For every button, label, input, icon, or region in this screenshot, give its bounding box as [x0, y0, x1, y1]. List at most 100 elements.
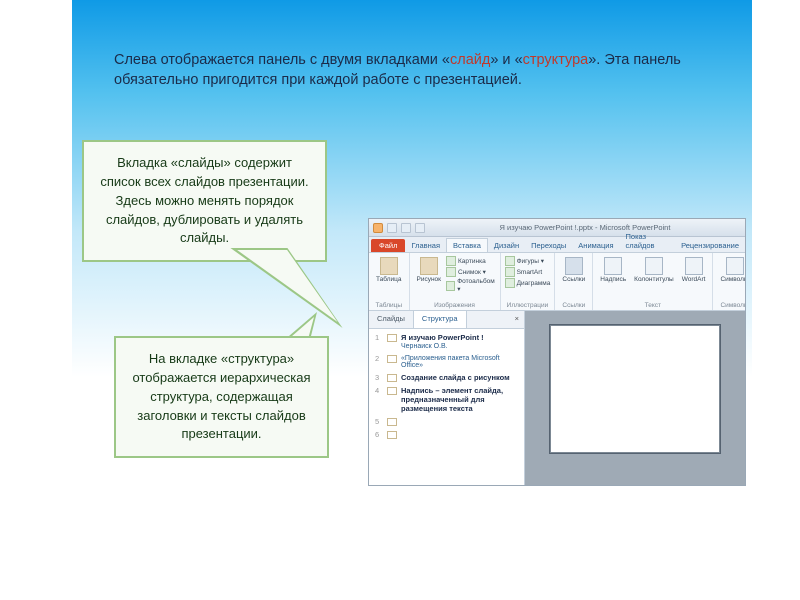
btn-shapes[interactable]: Фигуры ▾	[505, 256, 551, 266]
outline-num: 3	[375, 373, 383, 382]
outline-item[interactable]: 4 Надпись – элемент слайда, предназначен…	[375, 386, 518, 413]
callout-structure-text: На вкладке «структура» отображается иера…	[132, 351, 310, 441]
app-icon	[373, 223, 383, 233]
outline-thumb-icon	[387, 355, 397, 363]
screenshot-icon	[446, 267, 456, 277]
outline-list[interactable]: 1 Я изучаю PowerPoint ! Чернаиск О.В. 2 …	[369, 329, 524, 485]
btn-table[interactable]: Таблица	[373, 256, 405, 284]
ribbon-group-illustrations: Фигуры ▾ SmartArt Диаграмма Иллюстрации	[501, 253, 556, 310]
symbols-icon	[726, 257, 744, 275]
headerfooter-icon	[645, 257, 663, 275]
ribbon: Таблица Таблицы Рисунок Картинка Снимок …	[369, 253, 745, 311]
group-text-label: Текст	[597, 302, 708, 309]
group-links-label: Ссылки	[559, 302, 588, 309]
callout-slides-text: Вкладка «слайды» содержит список всех сл…	[100, 155, 308, 245]
outline-num: 1	[375, 333, 383, 350]
outline-item[interactable]: 6	[375, 430, 518, 439]
outline-item[interactable]: 3 Создание слайда с рисунком	[375, 373, 518, 382]
table-icon	[380, 257, 398, 275]
photoalbum-icon	[446, 281, 455, 291]
btn-shapes-label: Фигуры ▾	[517, 257, 544, 265]
outline-item[interactable]: 1 Я изучаю PowerPoint ! Чернаиск О.В.	[375, 333, 518, 350]
qat-undo-icon[interactable]	[401, 223, 411, 233]
textbox-icon	[604, 257, 622, 275]
outline-thumb-icon	[387, 431, 397, 439]
outline-thumb-icon	[387, 387, 397, 395]
ribbon-tab-slideshow[interactable]: Показ слайдов	[620, 230, 676, 252]
btn-wordart[interactable]: WordArt	[679, 256, 709, 284]
group-symbols-label: Символы	[717, 302, 746, 309]
group-illustrations-label: Иллюстрации	[505, 302, 551, 309]
btn-photoalbum[interactable]: Фотоальбом ▾	[446, 278, 496, 293]
powerpoint-window: Я изучаю PowerPoint !.pptx - Microsoft P…	[368, 218, 746, 486]
btn-symbols-label: Символы	[720, 276, 746, 283]
btn-table-label: Таблица	[376, 276, 402, 283]
wordart-icon	[685, 257, 703, 275]
ribbon-group-images: Рисунок Картинка Снимок ▾ Фотоальбом ▾ И…	[410, 253, 501, 310]
btn-headerfooter[interactable]: Колонтитулы	[631, 256, 677, 284]
left-pane-close[interactable]: ×	[510, 311, 524, 328]
callout-structure-tab: На вкладке «структура» отображается иера…	[114, 336, 329, 458]
qat-redo-icon[interactable]	[415, 223, 425, 233]
pp-body: Слайды Структура × 1 Я изучаю PowerPoint…	[369, 311, 745, 485]
intro-text: Слева отображается панель с двумя вкладк…	[114, 50, 712, 91]
outline-num: 2	[375, 354, 383, 369]
ribbon-group-links: Ссылки Ссылки	[555, 253, 593, 310]
intro-mid: » и «	[490, 52, 522, 68]
ribbon-tab-row: Файл Главная Вставка Дизайн Переходы Ани…	[369, 237, 745, 253]
smartart-icon	[505, 267, 515, 277]
chart-icon	[505, 278, 515, 288]
outline-item[interactable]: 5	[375, 417, 518, 426]
tab-structure[interactable]: Структура	[414, 311, 467, 328]
slide-stage[interactable]	[525, 311, 745, 485]
outline-title: Надпись – элемент слайда, предназначенны…	[401, 386, 518, 413]
intro-highlight-structure: структура	[523, 52, 589, 68]
btn-wordart-label: WordArt	[682, 276, 706, 283]
btn-picture[interactable]: Рисунок	[414, 256, 445, 293]
outline-num: 4	[375, 386, 383, 413]
btn-picture-label: Рисунок	[417, 276, 442, 283]
btn-smartart-label: SmartArt	[517, 269, 543, 276]
outline-title: Я изучаю PowerPoint !	[401, 333, 518, 342]
group-tables-label: Таблицы	[373, 302, 405, 309]
ribbon-tab-review[interactable]: Рецензирование	[675, 239, 745, 252]
links-icon	[565, 257, 583, 275]
btn-clipart[interactable]: Картинка	[446, 256, 496, 266]
btn-textbox[interactable]: Надпись	[597, 256, 629, 284]
outline-thumb-icon	[387, 334, 397, 342]
btn-textbox-label: Надпись	[600, 276, 626, 283]
btn-chart[interactable]: Диаграмма	[505, 278, 551, 288]
btn-symbols[interactable]: Символы	[717, 256, 746, 284]
btn-links[interactable]: Ссылки	[559, 256, 588, 284]
tab-slides[interactable]: Слайды	[369, 311, 414, 328]
qat-save-icon[interactable]	[387, 223, 397, 233]
ribbon-tab-insert[interactable]: Вставка	[446, 238, 488, 252]
btn-clipart-label: Картинка	[458, 258, 486, 265]
ribbon-tab-home[interactable]: Главная	[405, 239, 446, 252]
btn-smartart[interactable]: SmartArt	[505, 267, 551, 277]
outline-thumb-icon	[387, 374, 397, 382]
outline-item[interactable]: 2 «Приложения пакета Microsoft Office»	[375, 354, 518, 369]
picture-icon	[420, 257, 438, 275]
btn-screenshot-label: Снимок ▾	[458, 268, 486, 276]
slide-canvas[interactable]	[550, 325, 720, 453]
btn-headerfooter-label: Колонтитулы	[634, 276, 674, 283]
ribbon-tab-file[interactable]: Файл	[371, 239, 405, 252]
btn-chart-label: Диаграмма	[517, 280, 551, 287]
outline-num: 6	[375, 430, 383, 439]
btn-screenshot[interactable]: Снимок ▾	[446, 267, 496, 277]
intro-pre: Слева отображается панель с двумя вкладк…	[114, 52, 450, 68]
ribbon-tab-animation[interactable]: Анимация	[572, 239, 619, 252]
shapes-icon	[505, 256, 515, 266]
outline-num: 5	[375, 417, 383, 426]
ribbon-group-text: Надпись Колонтитулы WordArt Текст	[593, 253, 713, 310]
ribbon-group-symbols: Символы Символы	[713, 253, 746, 310]
window-title: Я изучаю PowerPoint !.pptx - Microsoft P…	[429, 223, 741, 232]
callout-slides-tab: Вкладка «слайды» содержит список всех сл…	[82, 140, 327, 262]
ribbon-tab-transitions[interactable]: Переходы	[525, 239, 572, 252]
ribbon-tab-design[interactable]: Дизайн	[488, 239, 525, 252]
clipart-icon	[446, 256, 456, 266]
group-images-label: Изображения	[414, 302, 496, 309]
btn-links-label: Ссылки	[562, 276, 585, 283]
outline-title: Создание слайда с рисунком	[401, 373, 518, 382]
